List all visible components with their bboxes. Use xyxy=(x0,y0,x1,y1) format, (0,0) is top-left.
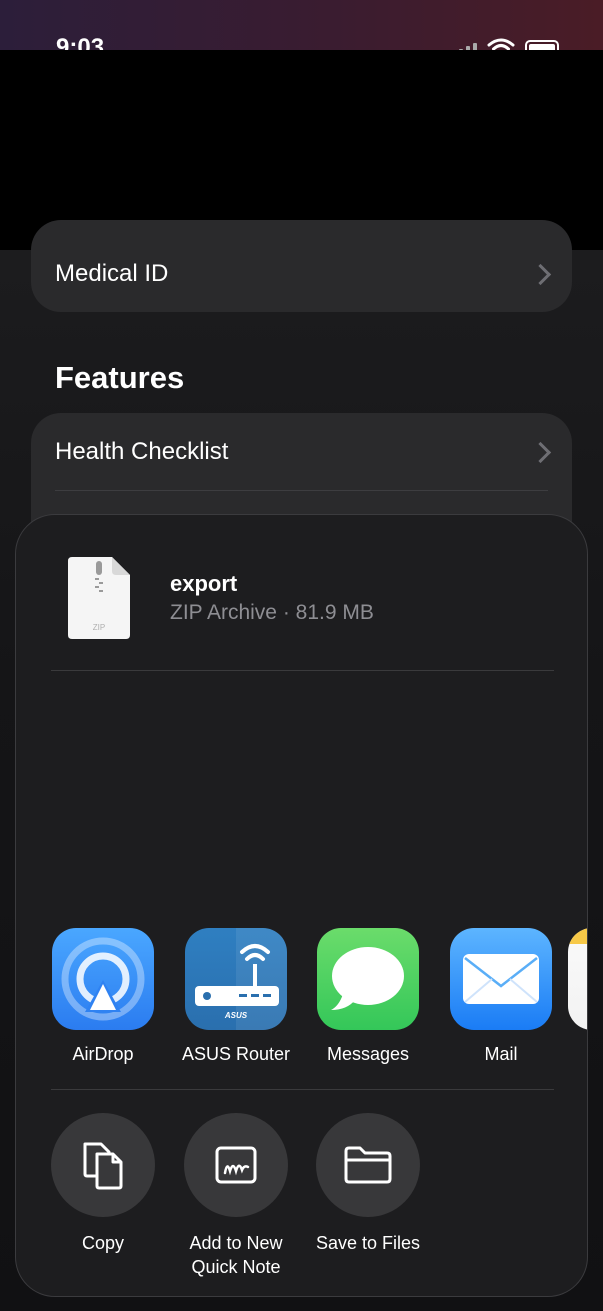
notes-icon xyxy=(568,928,587,1030)
asus-icon-text: ASUS xyxy=(224,1011,248,1020)
copy-action[interactable]: Copy xyxy=(37,1113,169,1255)
file-name: export xyxy=(170,571,238,596)
sheet-divider xyxy=(51,1089,554,1090)
health-checklist-label: Health Checklist xyxy=(55,438,229,465)
chevron-right-icon xyxy=(529,263,552,286)
medical-id-card[interactable]: Medical ID xyxy=(31,220,572,312)
row-divider xyxy=(55,490,548,491)
share-app-messages[interactable]: Messages xyxy=(302,928,434,1065)
app-label: Mail xyxy=(484,1044,518,1064)
asus-router-icon: ASUS xyxy=(185,928,287,1030)
quick-note-icon xyxy=(215,1146,257,1184)
share-action-row: Copy Add to New Quick Note Save to Files xyxy=(16,1113,587,1283)
features-title: Features xyxy=(55,360,185,395)
chevron-right-icon xyxy=(529,441,552,464)
messages-icon xyxy=(317,928,419,1030)
save-to-files-button[interactable] xyxy=(316,1113,420,1217)
file-meta: ZIP Archive · 81.9 MB xyxy=(170,601,374,624)
share-app-notes[interactable] xyxy=(568,928,587,1044)
share-app-row: AirDrop ASUS ASUS Router Messages Mail xyxy=(16,928,587,1078)
zip-file-icon-label: ZIP xyxy=(93,623,105,632)
app-label: AirDrop xyxy=(72,1044,134,1064)
action-label: Copy xyxy=(81,1233,125,1253)
app-label: Messages xyxy=(326,1044,410,1064)
share-app-mail[interactable]: Mail xyxy=(435,928,567,1065)
medical-id-label: Medical ID xyxy=(55,260,169,287)
zip-file-icon: ZIP xyxy=(68,557,130,639)
share-app-asus-router[interactable]: ASUS ASUS Router xyxy=(170,928,302,1065)
action-label-line-1: Add to New xyxy=(189,1233,283,1253)
action-label-line-2: Quick Note xyxy=(191,1257,281,1277)
copy-action-button[interactable] xyxy=(51,1113,155,1217)
share-app-airdrop[interactable]: AirDrop xyxy=(37,928,169,1065)
action-label: Save to Files xyxy=(315,1233,421,1253)
add-to-quick-note-action[interactable]: Add to New Quick Note xyxy=(170,1113,302,1279)
airdrop-icon xyxy=(52,928,154,1030)
sheet-divider xyxy=(51,670,554,671)
mail-icon xyxy=(450,928,552,1030)
folder-icon xyxy=(344,1146,392,1184)
add-to-quick-note-button[interactable] xyxy=(184,1113,288,1217)
app-label: ASUS Router xyxy=(181,1044,291,1064)
share-sheet: ZIP export ZIP Archive · 81.9 MB AirDrop xyxy=(15,514,588,1297)
action-label: Add to New Quick Note xyxy=(170,1231,302,1279)
copy-icon xyxy=(83,1142,123,1190)
save-to-files-action[interactable]: Save to Files xyxy=(302,1113,434,1255)
health-checklist-row[interactable]: Health Checklist xyxy=(31,413,572,490)
